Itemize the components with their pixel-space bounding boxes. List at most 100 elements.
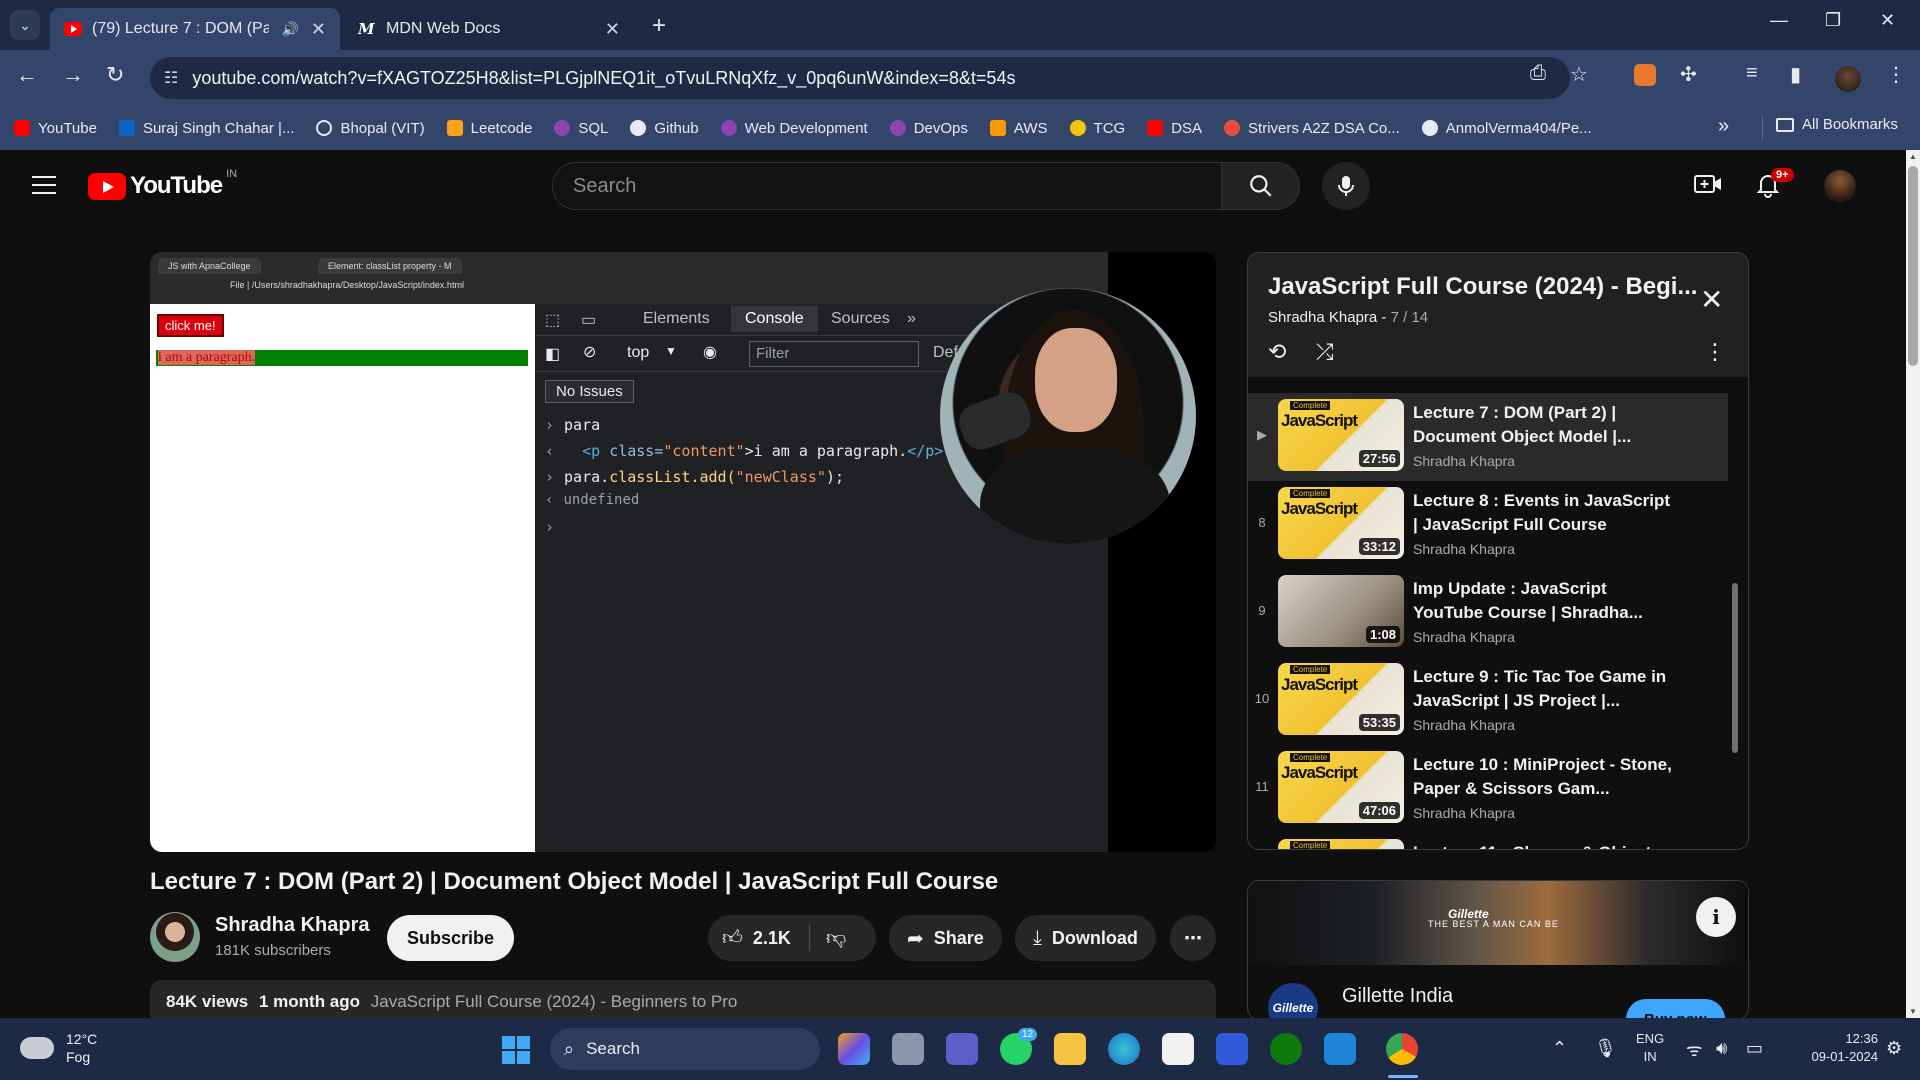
tab-search-button[interactable]: ⌄ xyxy=(10,10,40,40)
bookmark-github[interactable]: Github xyxy=(630,120,699,137)
playlist-item[interactable]: 8 Complete JavaScript 33:12 Lecture 8 : Ev… xyxy=(1248,481,1728,569)
microphone-icon[interactable]: 🎙︎ xyxy=(1594,1038,1617,1059)
minimize-button[interactable]: — xyxy=(1770,10,1788,31)
file-explorer-icon[interactable] xyxy=(1054,1033,1086,1065)
restore-button[interactable]: ❐ xyxy=(1825,10,1841,31)
ad-banner-image[interactable]: Gillette THE BEST A MAN CAN BE xyxy=(1248,881,1748,965)
playlist-item[interactable]: 11 Complete JavaScript 47:06 Lecture 10 : … xyxy=(1248,745,1728,833)
bookmark-aws[interactable]: AWS xyxy=(989,120,1048,137)
task-view-icon[interactable] xyxy=(892,1033,924,1065)
bookmark-dsa[interactable]: DSA xyxy=(1147,120,1202,137)
vpn-app-icon[interactable] xyxy=(1216,1033,1248,1065)
weather-widget[interactable]: 12°C Fog xyxy=(20,1030,97,1066)
ad-card[interactable]: Gillette THE BEST A MAN CAN BE i Gillett… xyxy=(1247,880,1749,1018)
teams-icon[interactable] xyxy=(946,1033,978,1065)
playlist-item[interactable]: Complete Lecture 11 : Classes & Objects xyxy=(1248,833,1728,849)
create-video-icon[interactable] xyxy=(1694,172,1722,203)
like-count[interactable]: 2.1K xyxy=(753,928,791,949)
playlist-menu-icon[interactable]: ⋮ xyxy=(1704,339,1726,365)
close-playlist-icon[interactable]: ✕ xyxy=(1700,283,1723,316)
tab-youtube[interactable]: (79) Lecture 7 : DOM (Part 2 🔊 ✕ xyxy=(50,8,340,50)
buy-now-button[interactable]: Buy now xyxy=(1626,999,1725,1018)
subscribe-button[interactable]: Subscribe xyxy=(387,915,515,961)
reload-button[interactable]: ↻ xyxy=(106,62,124,88)
bookmark-star-icon[interactable]: ☆ xyxy=(1570,62,1588,87)
guide-menu-icon[interactable] xyxy=(32,176,56,194)
page-scrollbar[interactable]: ▲ ▼ xyxy=(1906,150,1920,1018)
playlist-title[interactable]: JavaScript Full Course (2024) - Begi... xyxy=(1268,273,1697,301)
xbox-icon[interactable] xyxy=(1270,1033,1302,1065)
taskbar-search[interactable]: ⌕ Search xyxy=(550,1028,820,1070)
ad-info-icon[interactable]: i xyxy=(1696,897,1736,937)
bookmark-anmol[interactable]: AnmolVerma404/Pe... xyxy=(1421,120,1592,137)
bookmark-devops[interactable]: DevOps xyxy=(889,120,968,137)
voice-search-button[interactable] xyxy=(1322,162,1370,210)
tab-mdn[interactable]: M MDN Web Docs ✕ xyxy=(344,8,634,50)
search-input[interactable]: Search xyxy=(552,162,1222,210)
playlist-scrollbar[interactable] xyxy=(1732,583,1738,753)
video-player[interactable]: JS with ApnaCollege Element: classList p… xyxy=(150,252,1216,852)
copilot-icon[interactable] xyxy=(838,1033,870,1065)
new-tab-button[interactable]: + xyxy=(652,12,666,40)
notifications-icon[interactable]: ⚙︎ xyxy=(1886,1038,1902,1059)
description-box[interactable]: 84K views 1 month ago JavaScript Full Co… xyxy=(150,980,1216,1018)
bookmark-strivers[interactable]: Strivers A2Z DSA Co... xyxy=(1224,120,1400,137)
extensions-puzzle-icon[interactable]: ✣ xyxy=(1680,62,1697,87)
bookmark-suraj[interactable]: Suraj Singh Chahar |... xyxy=(118,120,294,137)
playlist-item[interactable]: 10 Complete JavaScript 53:35 Lecture 9 : T… xyxy=(1248,657,1728,745)
bookmark-webdev[interactable]: Web Development xyxy=(720,120,868,137)
close-tab-icon[interactable]: ✕ xyxy=(605,19,620,40)
extension-fox-icon[interactable] xyxy=(1634,64,1656,86)
bookmark-youtube[interactable]: YouTube xyxy=(14,120,97,137)
install-app-icon[interactable]: ⎙ xyxy=(1530,62,1546,85)
bookmark-leetcode[interactable]: Leetcode xyxy=(446,120,532,137)
speaker-icon[interactable]: 🔊 xyxy=(281,21,298,38)
profile-avatar[interactable] xyxy=(1835,66,1861,92)
close-window-button[interactable]: ✕ xyxy=(1880,10,1895,31)
all-bookmarks-button[interactable]: All Bookmarks xyxy=(1776,116,1898,133)
sidebar-toggle-icon: ◧ xyxy=(545,346,561,363)
chrome-menu-icon[interactable]: ⋮ xyxy=(1886,62,1906,87)
bookmark-sql[interactable]: SQL xyxy=(554,120,608,137)
like-thumb-icon[interactable]: 👍︎ xyxy=(722,926,743,950)
forward-button[interactable]: → xyxy=(62,62,84,88)
share-button[interactable]: ➦ Share xyxy=(889,915,1002,961)
close-tab-icon[interactable]: ✕ xyxy=(311,19,326,40)
loop-playlist-icon[interactable]: ⟲ xyxy=(1268,339,1286,365)
battery-icon[interactable]: ▭ xyxy=(1746,1038,1763,1059)
account-avatar[interactable] xyxy=(1824,170,1856,202)
back-button[interactable]: ← xyxy=(16,62,38,88)
more-actions-button[interactable]: ⋯ xyxy=(1170,915,1216,961)
playlist-item[interactable]: ▶ Complete JavaScript 27:56 Lecture 7 : DO… xyxy=(1248,393,1728,481)
playlist-owner[interactable]: Shradha Khapra xyxy=(1268,309,1377,326)
site-info-icon[interactable]: ☷ xyxy=(164,68,178,88)
scrollbar-thumb[interactable] xyxy=(1908,166,1918,366)
vscode-icon[interactable] xyxy=(1324,1033,1356,1065)
show-hidden-icons[interactable]: ⌃ xyxy=(1552,1038,1567,1059)
volume-icon[interactable]: 🔊︎ xyxy=(1716,1038,1727,1059)
side-panel-icon[interactable]: ▮ xyxy=(1790,62,1801,87)
more-bookmarks-icon[interactable]: » xyxy=(1718,115,1729,138)
edge-icon[interactable] xyxy=(1108,1033,1140,1065)
wifi-icon[interactable]: ᯤ xyxy=(1686,1038,1702,1062)
store-icon[interactable] xyxy=(1162,1033,1194,1065)
dislike-thumb-icon[interactable]: 👎︎ xyxy=(826,926,846,950)
channel-name[interactable]: Shradha Khapra xyxy=(215,914,369,937)
chrome-icon[interactable] xyxy=(1386,1033,1418,1065)
bookmark-bhopal[interactable]: Bhopal (VIT) xyxy=(316,120,425,137)
input-language[interactable]: ENG IN xyxy=(1636,1030,1664,1066)
system-clock[interactable]: 12:36 09-01-2024 xyxy=(1802,1030,1879,1066)
scroll-up-icon[interactable]: ▲ xyxy=(1909,152,1917,161)
address-bar[interactable]: ☷ youtube.com/watch?v=fXAGTOZ25H8&list=P… xyxy=(150,57,1570,99)
download-button[interactable]: ⤓ Download xyxy=(1015,915,1156,961)
playlist-item[interactable]: 9 1:08 Imp Update : JavaScript YouTube C… xyxy=(1248,569,1728,657)
youtube-logo[interactable]: YouTube IN xyxy=(88,168,237,200)
media-control-icon[interactable]: ≡ xyxy=(1746,62,1758,85)
shuffle-icon[interactable]: ⤮ xyxy=(1316,339,1334,365)
windows-start-icon[interactable] xyxy=(502,1036,530,1064)
search-button[interactable] xyxy=(1222,162,1300,210)
bookmark-tcg[interactable]: TCG xyxy=(1069,120,1125,137)
channel-avatar[interactable] xyxy=(150,912,200,962)
playlist-link[interactable]: JavaScript Full Course (2024) - Beginner… xyxy=(371,992,738,1011)
scroll-down-icon[interactable]: ▼ xyxy=(1909,1007,1917,1016)
